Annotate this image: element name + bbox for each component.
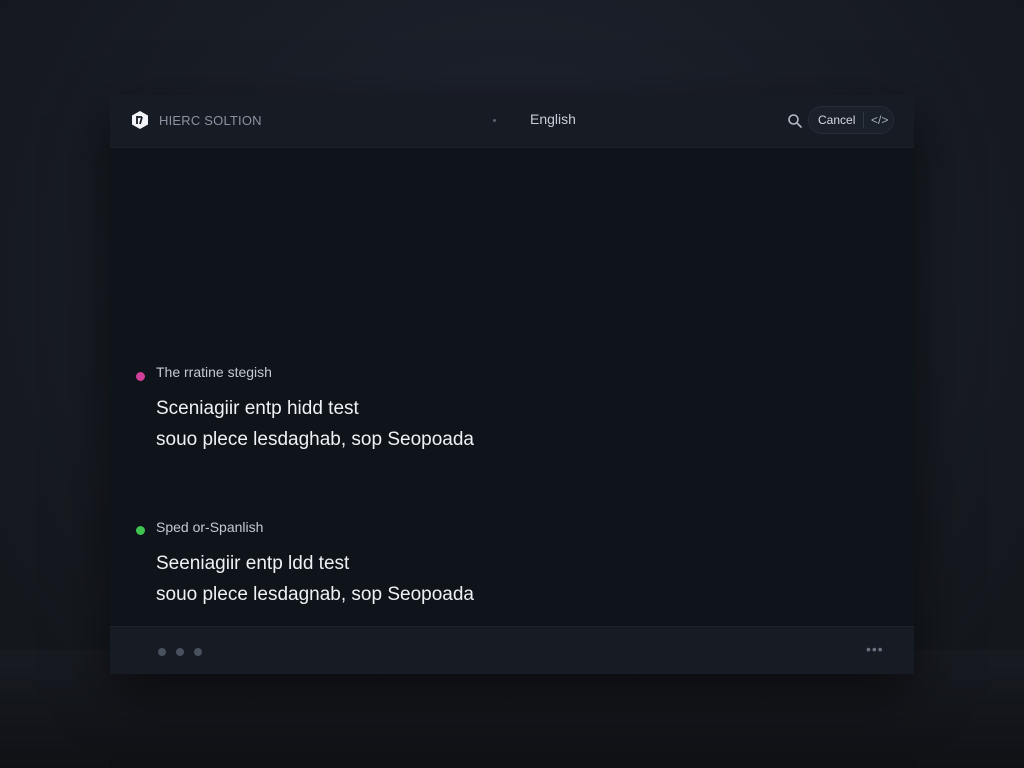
page-dot[interactable] (176, 648, 184, 656)
language-label[interactable]: English (530, 111, 576, 127)
source-text-line: Sceniagiir entp hidd test (156, 398, 359, 419)
cancel-button[interactable]: Cancel (818, 113, 855, 127)
app-window: HIERC SOLTION English Cancel </> The rra… (110, 95, 914, 674)
source-section-label: The rratine stegish (156, 364, 272, 380)
brand-name: HIERC SOLTION (159, 113, 262, 128)
source-indicator-dot (136, 372, 145, 381)
page-dot[interactable] (194, 648, 202, 656)
separator-dot (493, 119, 496, 122)
translation-panel: The rratine stegish Sceniagiir entp hidd… (110, 148, 914, 626)
title-bar: HIERC SOLTION English Cancel </> (110, 95, 914, 148)
code-icon[interactable]: </> (871, 113, 888, 127)
source-text-line: souo plece lesdaghab, sop Seopoada (156, 429, 474, 450)
search-icon[interactable] (786, 112, 804, 130)
cancel-pill: Cancel </> (808, 106, 894, 134)
page-dot[interactable] (158, 648, 166, 656)
target-indicator-dot (136, 526, 145, 535)
target-section-label: Sped or-Spanlish (156, 519, 264, 535)
logo-icon (132, 111, 148, 129)
footer-bar: ••• (110, 626, 914, 674)
target-text-line: souo plece lesdagnab, sop Seopoada (156, 584, 474, 605)
pill-divider (863, 112, 864, 128)
target-text-line: Seeniagiir entp ldd test (156, 553, 350, 574)
more-options-button[interactable]: ••• (866, 641, 884, 657)
